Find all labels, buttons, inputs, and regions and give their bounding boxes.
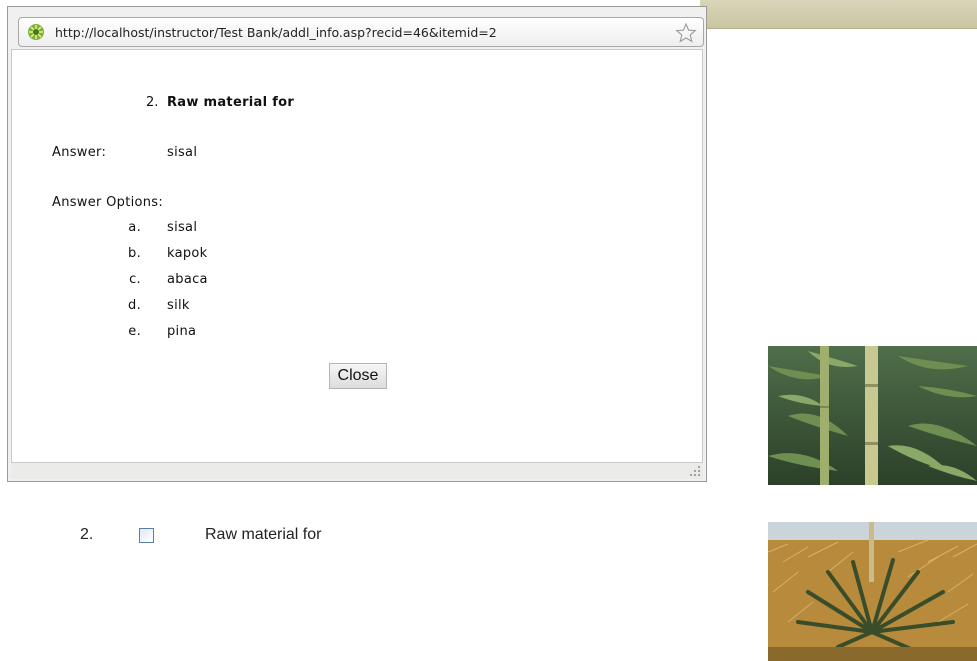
answer-value: sisal (167, 145, 198, 160)
address-bar[interactable]: http://localhost/instructor/Test Bank/ad… (18, 17, 704, 47)
option-text-c: abaca (167, 272, 208, 287)
sisal-plant-photo (768, 522, 977, 661)
site-favicon-icon (28, 24, 44, 40)
question-checkbox[interactable] (139, 528, 154, 543)
option-text-b: kapok (167, 246, 208, 261)
option-letter-b: b. (128, 246, 141, 261)
option-letter-c: c. (129, 272, 141, 287)
question-number: 2. (146, 95, 159, 110)
browser-toolbar-strip (700, 0, 977, 29)
resize-grip-icon[interactable] (689, 465, 701, 477)
bamboo-photo (768, 346, 977, 485)
option-letter-a: a. (128, 220, 141, 235)
option-text-d: silk (167, 298, 190, 313)
answer-label: Answer: (52, 145, 107, 160)
star-icon[interactable] (675, 22, 697, 44)
question-text: Raw material for (167, 95, 295, 110)
status-bar (11, 463, 703, 479)
answer-options-label: Answer Options: (52, 195, 164, 210)
page-question-text[interactable]: Raw material for (205, 526, 321, 544)
address-url: http://localhost/instructor/Test Bank/ad… (55, 25, 497, 40)
option-letter-d: d. (128, 298, 141, 313)
popup-window: http://localhost/instructor/Test Bank/ad… (7, 6, 707, 482)
popup-content: 2. Raw material for Answer: sisal Answer… (11, 49, 703, 463)
page-question-number: 2. (80, 526, 94, 543)
close-button[interactable]: Close (329, 363, 387, 389)
option-text-e: pina (167, 324, 197, 339)
option-letter-e: e. (128, 324, 141, 339)
option-text-a: sisal (167, 220, 198, 235)
